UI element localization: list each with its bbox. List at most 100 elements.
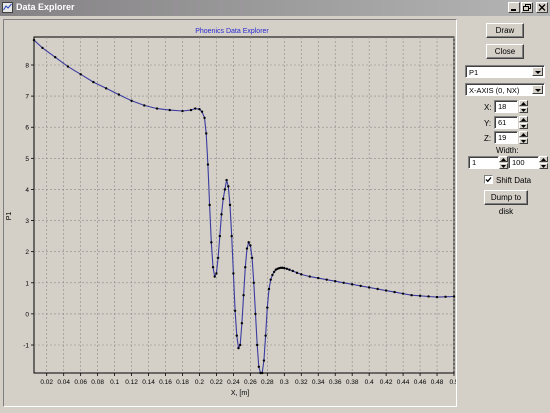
spin-down-icon — [501, 165, 506, 168]
data-point — [272, 270, 276, 274]
spin-down-icon — [521, 125, 526, 128]
x-tick-label: 0.08 — [91, 379, 104, 386]
z-input[interactable]: 19 — [494, 131, 518, 144]
direction-select[interactable]: X-AXIS (0, NX) — [465, 83, 545, 96]
data-point — [401, 292, 405, 295]
data-point — [262, 359, 266, 362]
dump-to-disk-button[interactable]: Dump to disk — [484, 190, 528, 216]
spin-down-icon — [541, 165, 546, 168]
data-point — [211, 266, 215, 269]
data-point — [295, 271, 299, 275]
data-point — [210, 241, 213, 244]
data-point — [238, 343, 242, 347]
data-point — [283, 266, 286, 270]
data-point — [269, 278, 272, 281]
y-tick-label: 1 — [25, 280, 29, 287]
x-spin-up[interactable] — [519, 100, 528, 106]
y-spin-up[interactable] — [519, 116, 528, 122]
data-point — [198, 107, 201, 111]
width-from-input[interactable]: 1 — [468, 156, 499, 169]
z-spin-up[interactable] — [519, 131, 528, 137]
close-button[interactable]: Close — [486, 44, 524, 59]
y-tick-label: 8 — [25, 63, 29, 70]
x-tick-label: 0.3 — [280, 379, 289, 386]
x-input[interactable]: 18 — [494, 100, 518, 113]
z-spinner[interactable] — [519, 131, 528, 144]
data-point — [130, 99, 133, 102]
series-line — [33, 39, 455, 374]
x-tick-label: 0.02 — [40, 379, 53, 386]
shift-data-checkbox[interactable] — [484, 175, 493, 184]
x-tick-label: 0.1 — [110, 379, 119, 386]
data-point — [227, 185, 230, 188]
width-to-input[interactable]: 100 — [508, 156, 539, 169]
direction-select-dropdown[interactable] — [532, 85, 543, 94]
x-tick-label: 0.32 — [295, 379, 308, 386]
y-axis-label: P1 — [6, 212, 13, 221]
data-point — [242, 294, 245, 297]
y-input[interactable]: 61 — [494, 116, 518, 129]
width-from-spin-up[interactable] — [499, 156, 508, 162]
data-point — [250, 256, 254, 260]
data-point — [230, 234, 233, 238]
x-tick-label: 0.2 — [195, 379, 204, 386]
width-to-spin-down[interactable] — [539, 163, 548, 169]
x-tick-label: 0.38 — [346, 379, 359, 386]
data-point — [300, 273, 303, 276]
minimize-button[interactable] — [508, 2, 520, 13]
x-tick-label: 0.34 — [312, 379, 325, 386]
data-point — [255, 343, 259, 347]
spin-up-icon — [521, 133, 526, 136]
x-tick-label: 0.46 — [414, 379, 427, 386]
x-label: X: — [484, 103, 492, 112]
variable-select-dropdown[interactable] — [532, 67, 543, 76]
spin-up-icon — [521, 118, 526, 121]
data-point — [66, 65, 70, 68]
close-icon — [538, 4, 546, 11]
y-tick-label: 5 — [25, 156, 29, 163]
data-point — [218, 234, 222, 238]
data-point — [418, 294, 422, 298]
x-tick-label: 0.18 — [176, 379, 189, 386]
y-spin-down[interactable] — [519, 123, 528, 129]
spin-down-icon — [521, 109, 526, 112]
restore-icon — [523, 4, 531, 11]
data-point — [257, 365, 261, 368]
close-window-button[interactable] — [536, 2, 548, 13]
variable-select-value: P1 — [469, 68, 479, 77]
data-point — [384, 289, 388, 292]
data-point — [334, 280, 337, 283]
data-point — [143, 104, 146, 107]
x-tick-label: 0.16 — [159, 379, 172, 386]
data-point — [225, 178, 228, 182]
width-from-spin-down[interactable] — [499, 163, 508, 169]
x-spin-down[interactable] — [519, 107, 528, 113]
title-bar[interactable]: Data Explorer — [0, 0, 550, 16]
minimize-icon — [511, 9, 516, 11]
data-point — [92, 80, 95, 84]
y-tick-label: 3 — [25, 218, 29, 225]
draw-button[interactable]: Draw — [486, 23, 524, 38]
variable-select[interactable]: P1 — [465, 65, 545, 78]
data-point — [235, 334, 238, 337]
y-tick-label: 6 — [25, 125, 29, 132]
width-to-spinner[interactable] — [539, 156, 548, 169]
data-point — [216, 256, 220, 260]
x-tick-label: 0.22 — [210, 379, 223, 386]
x-tick-label: 0.26 — [244, 379, 257, 386]
z-spin-down[interactable] — [519, 138, 528, 144]
restore-button[interactable] — [521, 2, 533, 13]
data-point — [252, 281, 255, 284]
data-point — [215, 272, 218, 275]
x-tick-label: 0.42 — [380, 379, 393, 386]
z-label: Z: — [484, 134, 492, 143]
x-tick-label: 0.44 — [397, 379, 410, 386]
y-spinner[interactable] — [519, 116, 528, 129]
width-to-spin-up[interactable] — [539, 156, 548, 162]
width-from-spinner[interactable] — [499, 156, 508, 169]
y-label: Y: — [484, 119, 492, 128]
window-title: Data Explorer — [16, 2, 75, 12]
x-spinner[interactable] — [519, 100, 528, 113]
app-icon — [2, 2, 13, 13]
line-chart: 0.02 0.04 0.06 0.08 0.1 0.12 0.14 0.16 0.18 0.2 0.… — [6, 28, 456, 397]
